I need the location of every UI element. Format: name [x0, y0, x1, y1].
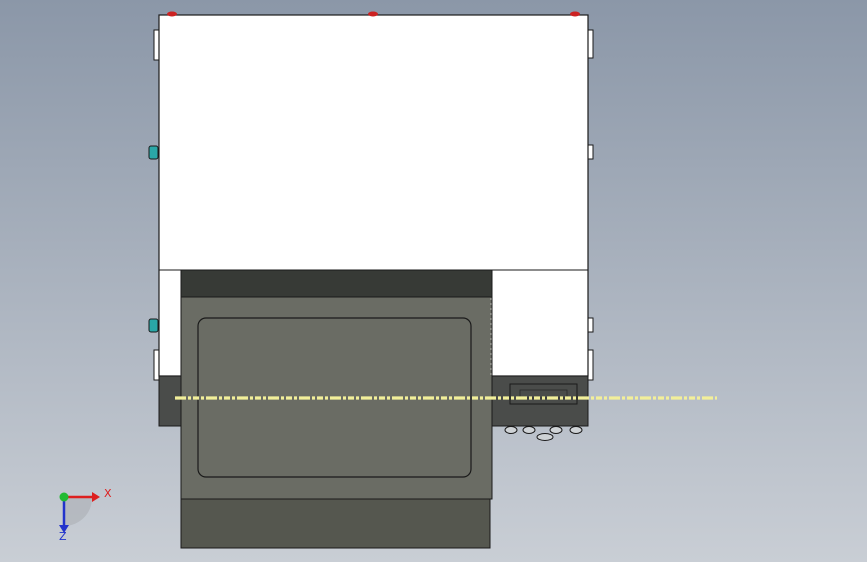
caster-center — [536, 433, 554, 441]
caster-1 — [504, 426, 518, 434]
marker-red-center — [368, 11, 378, 17]
caster-3 — [549, 426, 563, 434]
side-panel-left — [158, 375, 182, 427]
drawer-base — [180, 498, 491, 549]
marker-red-right — [570, 11, 580, 17]
triad-x-label: X — [104, 487, 112, 500]
drawer-top-band — [180, 269, 493, 298]
marker-teal-upper — [148, 145, 159, 160]
orientation-triad[interactable] — [59, 492, 100, 533]
marker-teal-lower — [148, 318, 159, 333]
triad-z-label: Z — [59, 530, 67, 543]
caster-4 — [569, 426, 583, 434]
cad-viewport[interactable]: X Z — [0, 0, 867, 562]
triad-shadow — [64, 498, 92, 526]
marker-red-left — [167, 11, 177, 17]
caster-2 — [522, 426, 536, 434]
model-drawing[interactable] — [0, 0, 867, 562]
triad-x-arrow — [92, 492, 100, 502]
triad-y-origin — [59, 492, 69, 502]
